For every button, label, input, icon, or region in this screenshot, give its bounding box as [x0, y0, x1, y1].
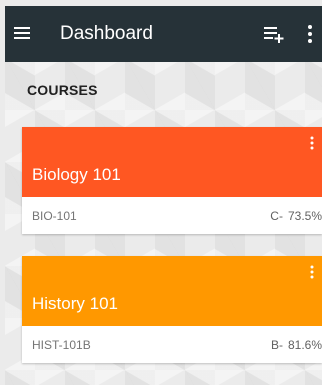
course-grade: B- 81.6% — [271, 338, 322, 352]
course-card-footer: BIO-101 C- 73.5% — [22, 197, 322, 234]
card-more-vert-icon[interactable] — [310, 265, 314, 279]
menu-icon[interactable] — [13, 24, 31, 42]
course-card-header[interactable]: History 101 — [22, 256, 322, 326]
section-header: COURSES — [27, 82, 98, 98]
app-bar: Dashboard — [5, 6, 322, 62]
app-screen: Dashboard COURSES Biology 101 BIO-101 C- — [5, 6, 322, 385]
course-title: History 101 — [32, 294, 118, 313]
grade-letter: B- — [270, 338, 283, 352]
grade-percent: 73.5% — [287, 209, 322, 223]
course-title: Biology 101 — [32, 165, 121, 184]
page-title: Dashboard — [60, 23, 153, 44]
course-card-footer: HIST-101B B- 81.6% — [22, 326, 322, 363]
more-vert-icon[interactable] — [307, 24, 313, 44]
playlist-add-icon[interactable] — [263, 23, 285, 45]
course-card-history[interactable]: History 101 HIST-101B B- 81.6% — [22, 256, 322, 363]
course-card-header[interactable]: Biology 101 — [22, 127, 322, 197]
course-card-biology[interactable]: Biology 101 BIO-101 C- 73.5% — [22, 127, 322, 234]
course-code: BIO-101 — [32, 209, 77, 223]
grade-percent: 81.6% — [287, 338, 322, 352]
course-code: HIST-101B — [32, 338, 91, 352]
grade-letter: C- — [270, 209, 283, 223]
course-grade: C- 73.5% — [270, 209, 322, 223]
card-more-vert-icon[interactable] — [310, 136, 314, 150]
